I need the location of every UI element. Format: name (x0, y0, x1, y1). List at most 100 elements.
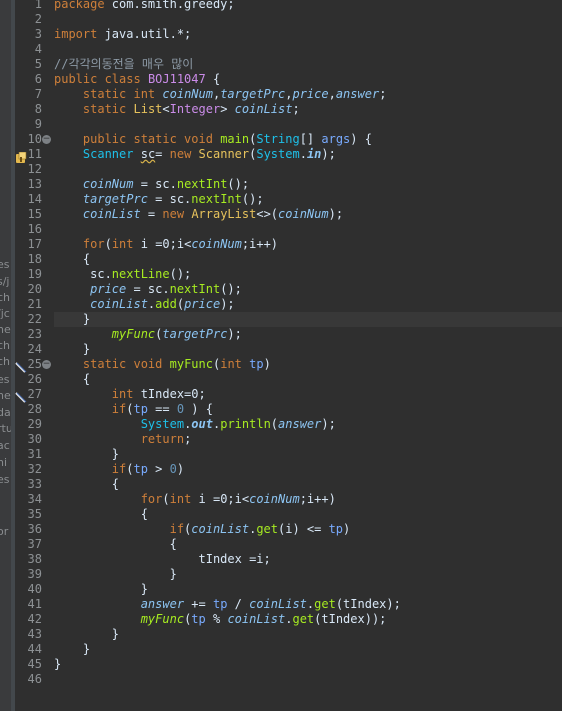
code-line[interactable]: } (54, 342, 90, 357)
code-token: if (111, 402, 127, 416)
line-number-gutter[interactable]: 1 2 3 4 5 6 7 8 9 10 11 12 13 14 15 16 17 18 19 20 21 22 23 24 2… (15, 0, 48, 711)
fold-toggle-icon[interactable]: − (42, 360, 51, 369)
code-line[interactable]: myFunc(tp % coinList.get(tIndex)); (54, 612, 387, 627)
explorer-item-fragment[interactable]: rtu (0, 422, 11, 435)
code-line[interactable]: coinList = new ArrayList<>(coinNum); (54, 207, 343, 222)
code-token: tp (249, 357, 264, 371)
code-line[interactable]: } (54, 312, 90, 327)
code-token: tIndex =i; (54, 552, 271, 566)
warning-icon[interactable] (15, 149, 27, 163)
code-line[interactable]: targetPrc = sc.nextInt(); (54, 192, 264, 207)
code-line[interactable]: //각각의동전을 매우 많이 (54, 57, 193, 72)
line-number: 28 (27, 402, 42, 416)
code-token: coinList (227, 612, 286, 626)
explorer-item-fragment[interactable]: ne (0, 389, 11, 402)
code-token: i =0;i< (133, 237, 192, 251)
fold-toggle-icon[interactable]: − (42, 135, 51, 144)
explorer-item-fragment[interactable]: or (0, 525, 8, 538)
code-line[interactable]: if(tp == 0 ) { (54, 402, 213, 417)
code-line[interactable]: if(coinList.get(i) <= tp) (54, 522, 351, 537)
code-token: . (299, 147, 307, 161)
explorer-item-fragment[interactable]: ch (0, 291, 10, 304)
code-line[interactable]: if(tp > 0) (54, 462, 184, 477)
code-line[interactable]: { (54, 252, 90, 267)
code-line[interactable]: { (54, 507, 148, 522)
explorer-item-fragment[interactable]: s/j (0, 275, 10, 288)
code-token: coinNum (278, 207, 329, 221)
code-line[interactable]: public static void main(String[] args) { (54, 132, 372, 147)
code-line[interactable]: myFunc(targetPrc); (54, 327, 242, 342)
annotation-marker-icon[interactable] (15, 359, 27, 373)
annotation-marker-icon[interactable] (15, 389, 27, 403)
code-line[interactable]: static void myFunc(int tp) (54, 357, 271, 372)
code-line[interactable]: System.out.println(answer); (54, 417, 336, 432)
code-line[interactable]: } (54, 447, 119, 462)
code-token: targetPrc (220, 87, 286, 101)
code-line[interactable]: for(int i =0;i<coinNum;i++) (54, 492, 336, 507)
code-token: } (54, 312, 91, 326)
code-line[interactable]: int tIndex=0; (54, 387, 206, 402)
code-token: = sc. (126, 282, 170, 296)
code-line[interactable]: } (54, 567, 177, 582)
code-line[interactable]: static int coinNum,targetPrc,price,answe… (54, 87, 387, 102)
code-line[interactable]: { (54, 537, 177, 552)
explorer-item-fragment[interactable]: hi (0, 456, 7, 469)
code-line[interactable]: tIndex =i; (54, 552, 271, 567)
code-token: answer (335, 87, 380, 101)
code-line[interactable]: answer += tp / coinList.get(tIndex); (54, 597, 401, 612)
code-token: price (292, 87, 329, 101)
explorer-item-fragment[interactable]: es (0, 473, 10, 486)
explorer-item-fragment[interactable]: es (0, 258, 10, 271)
line-number: 21 (27, 297, 42, 311)
code-line[interactable]: Scanner sc= new Scanner(System.in); (54, 147, 336, 162)
code-token: package (54, 0, 105, 11)
code-token: } (54, 567, 177, 581)
line-number: 44 (27, 642, 42, 656)
line-number: 9 (34, 117, 42, 131)
line-number: 5 (34, 57, 42, 71)
code-line[interactable]: for(int i =0;i<coinNum;i++) (54, 237, 278, 252)
code-line[interactable]: import java.util.*; (54, 27, 191, 42)
code-line[interactable]: price = sc.nextInt(); (54, 282, 242, 297)
code-line[interactable]: static List<Integer> coinList; (54, 102, 300, 117)
code-token: nextInt (169, 282, 221, 296)
line-number: 29 (27, 417, 42, 431)
explorer-item-fragment[interactable]: ne (0, 323, 11, 336)
code-line[interactable]: } (54, 582, 148, 597)
code-line[interactable]: } (54, 642, 90, 657)
code-token: price (90, 282, 127, 296)
package-explorer-panel-edge[interactable]: es s/j ch/jc ne ch ch es ne da rtu ac hi es or (0, 0, 11, 711)
line-number: 16 (27, 222, 42, 236)
code-line[interactable]: coinList.add(price); (54, 297, 235, 312)
code-token: += (184, 597, 213, 611)
code-token: targetPrc (82, 192, 148, 206)
explorer-item-fragment[interactable]: ch (0, 355, 10, 368)
explorer-item-fragment[interactable]: da (0, 406, 11, 419)
code-line[interactable]: public class BOJ11047 { (54, 72, 220, 87)
code-editor[interactable]: ess/jch/jcnechchesnedartuachiesor 123456… (0, 0, 562, 711)
code-token: > (147, 462, 170, 476)
code-token: java.util.*; (97, 27, 192, 41)
explorer-item-fragment[interactable]: ch (0, 339, 10, 352)
code-line[interactable]: { (54, 372, 90, 387)
explorer-item-fragment[interactable]: ac (0, 439, 10, 452)
code-line[interactable]: } (54, 657, 61, 672)
code-token: nextLine (111, 267, 170, 281)
code-token: coinList (82, 207, 141, 221)
explorer-item-fragment[interactable]: es (0, 373, 10, 386)
code-area[interactable]: package com.smith.greedy; import java.uti… (54, 0, 562, 711)
code-line[interactable]: } (54, 627, 119, 642)
code-token: ArrayList (191, 207, 257, 221)
code-line[interactable]: package com.smith.greedy; (54, 0, 235, 12)
code-line[interactable]: { (54, 477, 119, 492)
code-line[interactable]: coinNum = sc.nextInt(); (54, 177, 249, 192)
code-line[interactable]: return; (54, 432, 192, 447)
explorer-item-fragment[interactable]: /jc (0, 307, 10, 320)
code-token: <>( (256, 207, 279, 221)
code-line[interactable]: sc.nextLine(); (54, 267, 191, 282)
code-token: com.smith.greedy; (104, 0, 235, 11)
code-token: in (306, 147, 322, 161)
